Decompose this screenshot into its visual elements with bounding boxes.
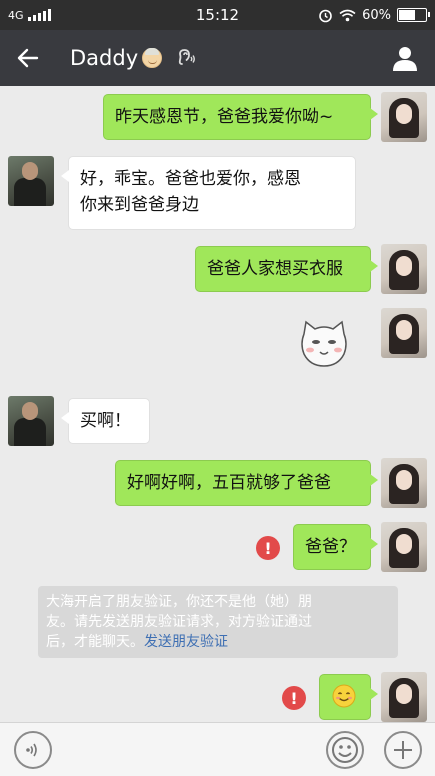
emoji-button[interactable] (326, 731, 364, 769)
message-list[interactable]: 昨天感恩节，爸爸我爱你呦~ 好，乖宝。爸爸也爱你，感恩 你来到爸爸身边 爸爸人家… (0, 86, 435, 722)
profile-icon (393, 47, 417, 71)
input-bar (0, 722, 435, 776)
chat-info-button[interactable] (385, 38, 425, 78)
notice-line: 友。请先发送朋友验证请求，对方验证通过 (46, 614, 312, 630)
network-indicator: 4G (8, 9, 51, 22)
battery-level (399, 10, 415, 20)
message-bubble[interactable] (319, 674, 378, 720)
old-man-emoji-icon (142, 48, 163, 68)
back-button[interactable] (0, 30, 56, 86)
message-row: 昨天感恩节，爸爸我爱你呦~ (0, 92, 435, 144)
message-bubble[interactable]: 好啊好啊，五百就够了爸爸 (115, 460, 378, 506)
status-bar: 4G 15:12 60% (0, 0, 435, 30)
message-row: 好，乖宝。爸爸也爱你，感恩 你来到爸爸身边 (0, 156, 435, 232)
message-text: 爸爸人家想买衣服 (207, 259, 343, 279)
network-type: 4G (8, 8, 24, 22)
battery-percent: 60% (362, 7, 391, 23)
message-bubble[interactable]: 爸爸人家想买衣服 (195, 246, 378, 292)
my-avatar[interactable] (381, 458, 427, 508)
voice-toggle-button[interactable] (14, 731, 52, 769)
message-text: 昨天感恩节，爸爸我爱你呦~ (115, 107, 334, 127)
my-avatar[interactable] (381, 672, 427, 722)
message-text-line: 好，乖宝。爸爸也爱你，感恩 (80, 169, 301, 189)
earpiece-icon (178, 49, 196, 65)
alarm-icon (319, 9, 332, 22)
voice-icon (26, 743, 37, 757)
message-row: 好啊好啊，五百就够了爸爸 (0, 458, 435, 510)
chat-screen: 4G 15:12 60% Daddy 昨天感恩节，爸爸我爱你呦~ 好，乖宝。爸爸… (0, 0, 435, 776)
plus-icon (394, 741, 412, 759)
notice-line: 后，才能聊天。发送朋友验证 (46, 632, 390, 652)
more-actions-button[interactable] (384, 731, 422, 769)
signal-icon (27, 9, 51, 21)
send-verification-link[interactable]: 发送朋友验证 (144, 634, 228, 650)
emoji-icon (332, 737, 358, 763)
notice-line: 大海开启了朋友验证，你还不是他（她）朋 (46, 594, 312, 610)
message-row: ! (0, 672, 435, 722)
message-row: 爸爸人家想买衣服 (0, 244, 435, 296)
wifi-icon (339, 9, 356, 21)
send-failed-icon[interactable]: ! (282, 686, 306, 710)
my-avatar[interactable] (381, 522, 427, 572)
chat-header: Daddy (0, 30, 435, 86)
battery-icon (397, 8, 430, 22)
message-row: 买啊！ (0, 396, 435, 448)
contact-name: Daddy (70, 46, 139, 70)
message-text: 买啊！ (80, 411, 131, 431)
dad-avatar[interactable] (8, 396, 54, 446)
message-text: 爸爸？ (305, 537, 356, 557)
message-bubble[interactable]: 昨天感恩节，爸爸我爱你呦~ (103, 94, 378, 140)
message-text: 好啊好啊，五百就够了爸爸 (127, 473, 331, 493)
my-avatar[interactable] (381, 308, 427, 358)
smile-emoji (332, 684, 356, 708)
message-bubble[interactable]: 买啊！ (61, 398, 150, 444)
notice-text: 后，才能聊天。 (46, 634, 144, 650)
friend-verification-notice: 大海开启了朋友验证，你还不是他（她）朋 友。请先发送朋友验证请求，对方验证通过 … (38, 586, 398, 658)
status-right: 60% (318, 7, 430, 23)
cat-face-sticker[interactable] (298, 320, 350, 368)
my-avatar[interactable] (381, 92, 427, 142)
message-row (0, 308, 435, 368)
send-failed-icon[interactable]: ! (256, 536, 280, 560)
message-text-line: 你来到爸爸身边 (80, 195, 199, 215)
message-bubble[interactable]: 爸爸？ (293, 524, 378, 570)
back-arrow-icon (17, 48, 39, 68)
my-avatar[interactable] (381, 244, 427, 294)
message-bubble[interactable]: 好，乖宝。爸爸也爱你，感恩 你来到爸爸身边 (61, 156, 356, 230)
dad-avatar[interactable] (8, 156, 54, 206)
message-row: ! 爸爸？ (0, 522, 435, 574)
